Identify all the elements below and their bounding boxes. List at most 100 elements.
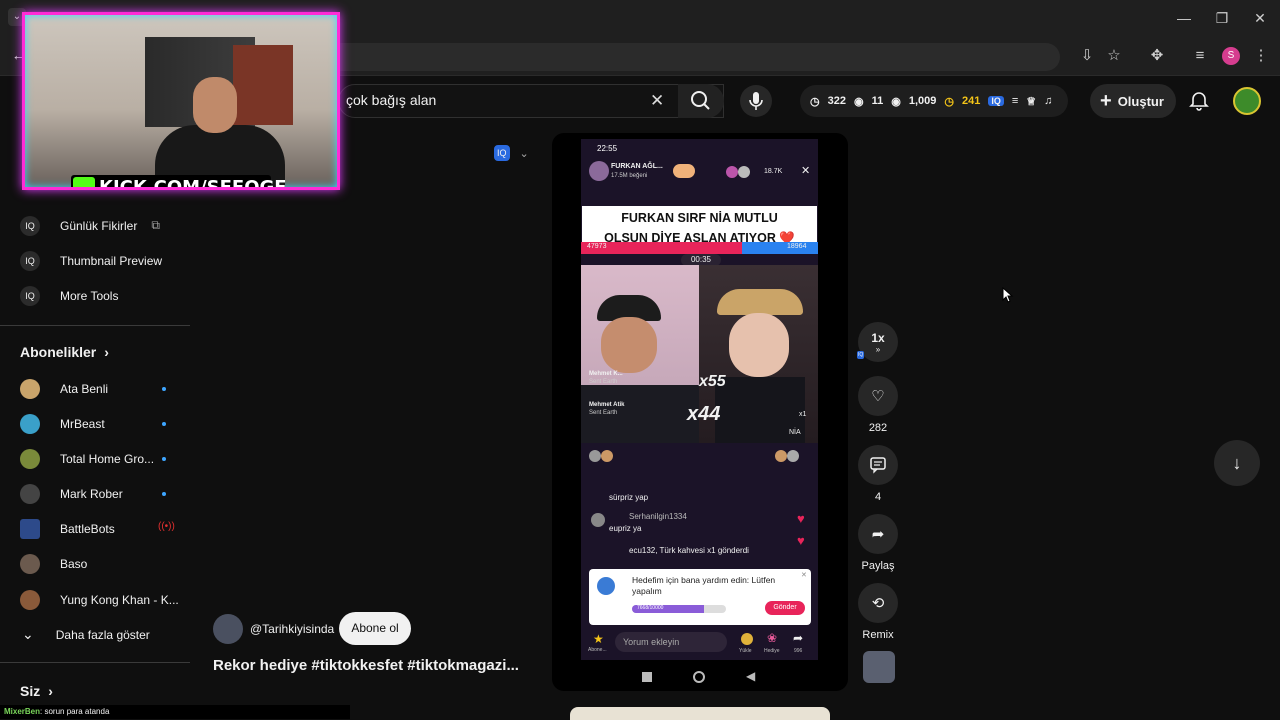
you-header[interactable]: Siz ›: [20, 683, 53, 699]
next-short-preview[interactable]: [570, 707, 830, 720]
chat-line-1: sürpriz yap: [609, 493, 649, 502]
chat-message: : sorun para atanda: [40, 707, 110, 716]
goal-card: Hedefim için bana yardım edin: Lütfen ya…: [589, 569, 811, 625]
sidebar-item-thumbnail-preview[interactable]: IQ Thumbnail Preview: [0, 243, 190, 278]
goal-send-button: Gönder: [765, 601, 805, 615]
streamer-webcam: KICK.COM/SEFOGE: [22, 12, 340, 190]
sidebar-item-battlebots[interactable]: BattleBots ((•)): [0, 511, 190, 546]
clock-icon: ◷: [810, 95, 820, 108]
sidebar-item-more-tools[interactable]: IQ More Tools: [0, 278, 190, 313]
share-arrow-icon: ➦: [793, 631, 804, 645]
sound-thumbnail[interactable]: [863, 651, 895, 683]
next-short-button[interactable]: ↓: [1214, 440, 1260, 486]
trophy-icon[interactable]: ♕: [1026, 95, 1036, 108]
share-button[interactable]: ➦: [858, 514, 898, 554]
gift-count-1: x55: [699, 373, 726, 390]
share-icon: ➦: [871, 526, 885, 543]
show-more-button[interactable]: ⌄ Daha fazla göster: [0, 617, 190, 652]
sidebar-item-label: More Tools: [60, 288, 119, 303]
eye-icon: ◉: [891, 95, 901, 108]
mouse-cursor: [1002, 286, 1014, 308]
minimize-button[interactable]: —: [1174, 8, 1194, 28]
vidiq-icon[interactable]: IQ: [988, 96, 1004, 106]
remix-icon: ⟲: [871, 595, 885, 612]
heart-icon: ♥: [797, 511, 805, 526]
chat-user: MixerBen: [4, 707, 41, 716]
plus-icon: +: [1100, 90, 1112, 112]
cowboy-hat: [717, 289, 803, 315]
reading-list-icon[interactable]: ≡: [1189, 45, 1211, 67]
close-window-button[interactable]: ✕: [1250, 8, 1270, 28]
gift-icon: ❀: [767, 631, 778, 645]
channel-avatar[interactable]: [213, 614, 243, 644]
cursor-icon: [1002, 286, 1014, 303]
bottom-label-upload: Yükle: [739, 648, 752, 654]
sidebar-item-gunluk-fikirler[interactable]: IQ Günlük Fikirler ⧉: [0, 208, 190, 243]
avatar: [20, 378, 40, 399]
sidebar-item-ata-benli[interactable]: Ata Benli: [0, 371, 190, 406]
battle-bar: [581, 242, 818, 254]
sidebar-item-total-home-grown[interactable]: Total Home Gro...: [0, 441, 190, 476]
vidiq-icon: IQ: [857, 351, 865, 359]
clear-search-icon[interactable]: ✕: [650, 91, 664, 111]
sidebar-divider: [0, 325, 190, 326]
you-title: Siz: [20, 683, 41, 699]
chat-user: Serhanilgin1334: [629, 512, 687, 521]
bottom-label-subscribe: Abone...: [588, 647, 607, 653]
install-app-icon[interactable]: ⇩: [1076, 45, 1098, 67]
extension-stats-bar[interactable]: ◷ 322 ◉ 11 ◉ 1,009 ◷ 241 IQ ≡ ♕ ♫: [800, 85, 1068, 117]
android-home-icon: [693, 671, 705, 683]
notifications-button[interactable]: [1188, 90, 1210, 117]
sidebar-item-mrbeast[interactable]: MrBeast: [0, 406, 190, 441]
remix-button[interactable]: ⟲: [858, 583, 898, 623]
voice-search-button[interactable]: [740, 85, 772, 117]
new-content-dot: [162, 387, 166, 391]
gift-notification-2: Mehmet Atik Sent Earth: [589, 401, 624, 417]
subscribe-button[interactable]: Abone ol: [339, 612, 411, 645]
sidebar-item-label: BattleBots: [60, 521, 115, 536]
search-button[interactable]: [678, 84, 724, 118]
remix-label: Remix: [862, 629, 894, 641]
list-icon[interactable]: ≡: [1012, 95, 1018, 107]
address-bar[interactable]: [300, 43, 1060, 71]
create-button[interactable]: + Oluştur: [1090, 84, 1176, 118]
right-team-avatars: [775, 449, 811, 463]
stat-views: 1,009: [908, 95, 937, 107]
new-content-dot: [162, 422, 166, 426]
bookmark-star-icon[interactable]: ☆: [1103, 45, 1125, 67]
vidiq-icon: IQ: [20, 215, 40, 236]
vidiq-icon: IQ: [494, 145, 510, 161]
sidebar-divider: [0, 662, 190, 663]
bell-icon: [1189, 92, 1209, 111]
kick-banner-text: KICK.COM/SEFOGE: [99, 177, 287, 190]
streamer-face: [193, 77, 237, 133]
viewer-avatars: [726, 165, 756, 179]
bell-small-icon[interactable]: ♫: [1044, 95, 1052, 107]
subscriptions-header[interactable]: Abonelikler ›: [20, 344, 109, 360]
chevron-down-icon: ⌄: [519, 147, 529, 160]
restore-button[interactable]: ❐: [1212, 8, 1232, 28]
avatar: [20, 553, 40, 574]
channel-handle[interactable]: @Tarihkiyisinda: [250, 622, 334, 636]
more-menu-icon[interactable]: ⋮: [1250, 45, 1272, 67]
gift-user: Mehmet Atik: [589, 402, 625, 408]
streamer-avatar: [589, 161, 609, 181]
sidebar-item-baso[interactable]: Baso: [0, 546, 190, 581]
sidebar-item-mark-rober[interactable]: Mark Rober: [0, 476, 190, 511]
streamer-name: FURKAN AĞL...: [611, 163, 663, 170]
account-avatar[interactable]: [1233, 87, 1261, 115]
viewer-count: 18.7K: [764, 168, 783, 175]
kick-logo-icon: [73, 177, 95, 187]
profile-avatar[interactable]: S: [1222, 47, 1240, 65]
comments-button[interactable]: [858, 445, 898, 485]
heart-outline-icon: ♡: [871, 388, 885, 405]
extensions-puzzle-icon[interactable]: ✥: [1146, 45, 1168, 67]
android-back-icon: ◀: [746, 669, 756, 683]
share-label: Paylaş: [861, 560, 895, 572]
like-button[interactable]: ♡: [858, 376, 898, 416]
vidiq-toggle[interactable]: IQ ⌄: [494, 140, 544, 166]
android-recents-icon: [642, 672, 652, 682]
microphone-icon: [749, 92, 763, 110]
short-title[interactable]: Rekor hediye #tiktokkesfet #tiktokmagazi…: [213, 657, 519, 674]
sidebar-item-yung-kong-khan[interactable]: Yung Kong Khan - K...: [0, 582, 190, 617]
